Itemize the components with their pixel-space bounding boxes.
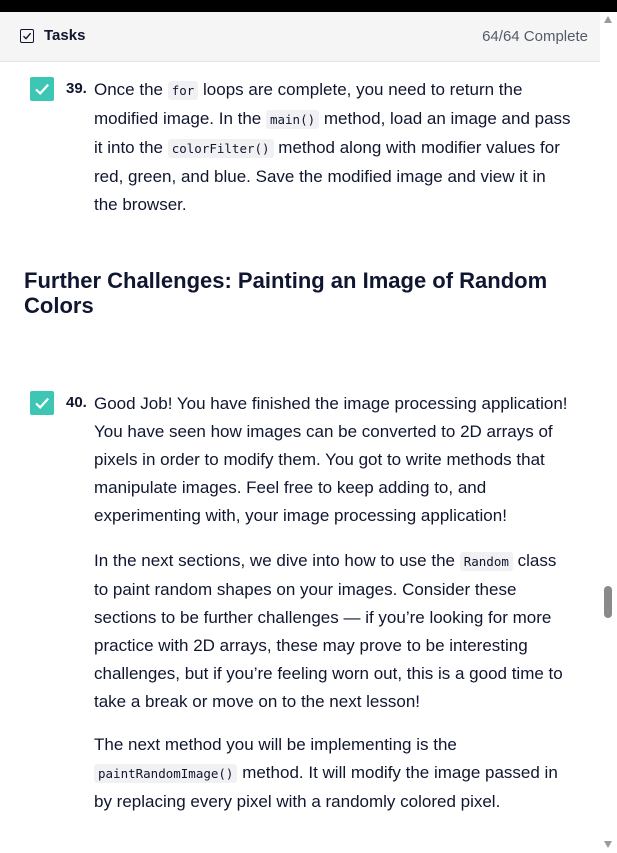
text-segment: Good Job! You have finished the image pr…	[94, 394, 568, 525]
text-segment: The next method you will be implementing…	[94, 735, 457, 754]
window-top-bar	[0, 0, 617, 12]
section-heading: Further Challenges: Painting an Image of…	[24, 268, 548, 318]
task-40-text-3: The next method you will be implementing…	[94, 731, 572, 816]
text-segment: Once the	[94, 80, 168, 99]
task-39-text: Once the for loops are complete, you nee…	[94, 76, 572, 219]
task-40-paragraph-3: The next method you will be implementing…	[94, 731, 572, 816]
scrollbar-track[interactable]	[600, 12, 617, 853]
scrollbar-thumb[interactable]	[604, 586, 612, 618]
text-segment: In the next sections, we dive into how t…	[94, 551, 460, 570]
scroll-down-arrow-icon[interactable]	[604, 841, 612, 848]
inline-code: paintRandomImage()	[94, 764, 238, 783]
task-40-number: 40.	[66, 394, 87, 411]
task-39-paragraph: Once the for loops are complete, you nee…	[94, 76, 572, 219]
checkmark-icon	[35, 397, 50, 409]
task-40-paragraph-2: In the next sections, we dive into how t…	[94, 547, 572, 716]
task-40-text-2: In the next sections, we dive into how t…	[94, 547, 572, 716]
tasks-header: Tasks 64/64 Complete	[0, 12, 600, 62]
inline-code: colorFilter()	[167, 139, 274, 158]
inline-code: Random	[459, 552, 513, 571]
task-39-number: 39.	[66, 80, 87, 97]
inline-code: main()	[265, 110, 320, 129]
inline-code: for	[167, 81, 199, 100]
tasks-checkbox-icon	[20, 29, 34, 43]
tasks-title: Tasks	[44, 27, 86, 44]
checkmark-icon	[35, 83, 50, 95]
task-40-text: Good Job! You have finished the image pr…	[94, 390, 572, 530]
tasks-progress: 64/64 Complete	[482, 28, 588, 45]
task-40-checkbox[interactable]	[30, 391, 54, 415]
text-segment: class to paint random shapes on your ima…	[94, 551, 563, 711]
task-39-checkbox[interactable]	[30, 77, 54, 101]
scroll-up-arrow-icon[interactable]	[604, 16, 612, 23]
task-40-paragraph-1: Good Job! You have finished the image pr…	[94, 390, 572, 530]
